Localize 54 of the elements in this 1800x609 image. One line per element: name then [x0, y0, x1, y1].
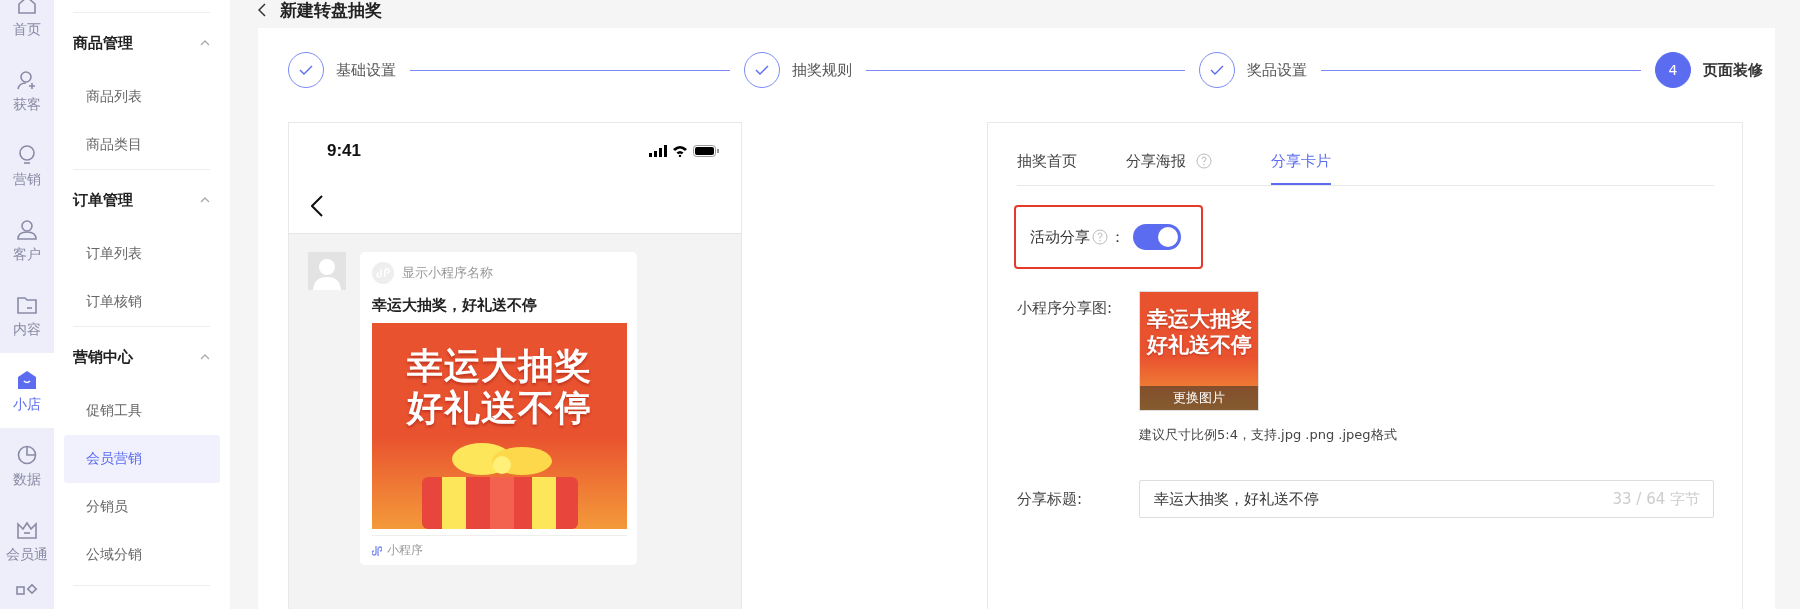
link-icon	[372, 544, 382, 557]
label-colon: ：	[1110, 227, 1125, 247]
person-icon	[16, 218, 38, 241]
tab[interactable]: 抽奖首页	[1017, 145, 1077, 185]
mini-program-label: 小程序	[387, 542, 423, 559]
step-label: 页面装修	[1703, 60, 1763, 80]
image-hint: 建议尺寸比例5:4，支持.jpg .png .jpeg格式	[1139, 426, 1398, 444]
step-label: 抽奖规则	[791, 60, 852, 80]
image-text: 幸运大抽奖	[1146, 306, 1252, 332]
wifi-icon	[672, 145, 688, 157]
banner-text: 好礼送不停	[407, 387, 592, 429]
step-number: 4	[1655, 52, 1691, 88]
image-text: 好礼送不停	[1146, 332, 1252, 358]
tab[interactable]: 分享海报	[1126, 145, 1212, 185]
menu-item[interactable]: 订单列表	[64, 230, 220, 278]
mini-program-name: 显示小程序名称	[402, 264, 493, 282]
menu-item[interactable]: 促销工具	[64, 387, 220, 435]
banner-text: 幸运大抽奖	[407, 345, 592, 387]
toggle-switch[interactable]	[1133, 224, 1181, 250]
card-title: 幸运大抽奖，好礼送不停	[372, 296, 538, 315]
pie-chart-icon	[16, 443, 38, 466]
menu-group-title: 商品管理	[73, 33, 133, 53]
rail-item[interactable]: 营销	[0, 128, 54, 203]
help-icon	[1196, 153, 1212, 169]
step-label: 基础设置	[336, 60, 396, 80]
page-title: 新建转盘抽奖	[280, 0, 382, 22]
help-icon	[1092, 229, 1108, 245]
shop-icon	[16, 368, 38, 391]
rail-item[interactable]: 内容	[0, 278, 54, 353]
user-plus-icon	[16, 68, 38, 91]
menu-item[interactable]: 商品列表	[64, 73, 220, 121]
avatar-icon	[308, 252, 346, 290]
change-image-button[interactable]: 更换图片	[1140, 386, 1258, 410]
status-time: 9:41	[327, 141, 362, 161]
caret-icon[interactable]	[200, 197, 210, 203]
field-label: 分享标题:	[1017, 489, 1084, 509]
menu-item[interactable]: 公域分销	[64, 531, 220, 579]
menu-item[interactable]: 订单核销	[64, 278, 220, 326]
home-icon	[16, 0, 38, 16]
lightbulb-icon	[16, 143, 38, 166]
battery-icon	[693, 145, 719, 157]
field-label: 小程序分享图:	[1017, 298, 1114, 319]
signal-icon	[649, 145, 667, 157]
apps-icon	[16, 584, 38, 596]
menu-group-title: 订单管理	[73, 190, 133, 210]
menu-item[interactable]: 分销员	[64, 483, 220, 531]
tab[interactable]: 分享卡片	[1271, 145, 1331, 185]
menu-item[interactable]: 商品类目	[64, 121, 220, 169]
menu-group-title: 营销中心	[73, 347, 133, 367]
caret-icon[interactable]	[200, 40, 210, 46]
toggle-label: 活动分享	[1030, 227, 1090, 247]
step-label: 奖品设置	[1247, 60, 1308, 80]
menu-item[interactable]: 会员营销	[64, 435, 220, 483]
caret-icon[interactable]	[200, 354, 210, 360]
